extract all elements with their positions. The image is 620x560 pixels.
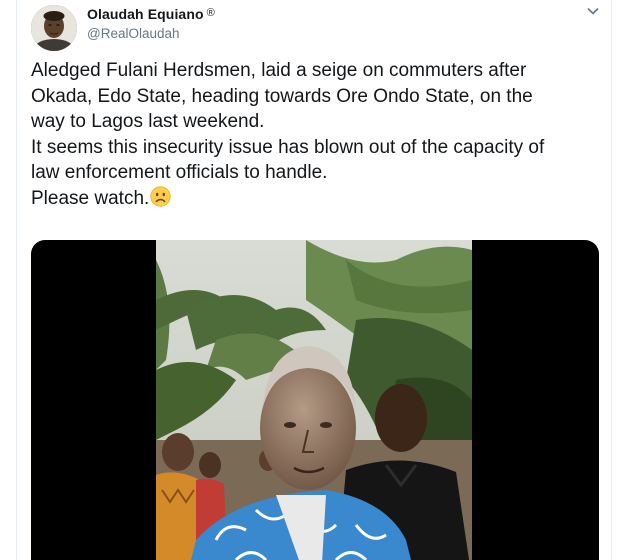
tweet-text-line: It seems this insecurity issue has blown… bbox=[31, 136, 545, 158]
tweet-page: Olaudah Equiano ® @RealOlaudah Aledged F… bbox=[0, 0, 620, 560]
avatar-image bbox=[31, 5, 77, 51]
author-handle[interactable]: @RealOlaudah bbox=[87, 26, 180, 41]
author-avatar[interactable] bbox=[31, 5, 77, 51]
author-name-row[interactable]: Olaudah Equiano ® bbox=[87, 6, 215, 22]
tweet-text-line: Aledged Fulani Herdsmen, laid a seige on… bbox=[31, 60, 527, 81]
chevron-down-icon[interactable] bbox=[586, 4, 600, 18]
tweet-text-line: Okada, Edo State, heading towards Ore On… bbox=[31, 85, 533, 107]
video-still-image bbox=[156, 240, 472, 560]
tweet-video[interactable] bbox=[31, 240, 599, 560]
tweet-text: Aledged Fulani Herdsmen, laid a seige on… bbox=[31, 58, 606, 211]
tweet-text-line-last: Please watch. bbox=[31, 185, 606, 212]
registered-mark: ® bbox=[206, 7, 215, 19]
author-display-name[interactable]: Olaudah Equiano bbox=[87, 6, 204, 22]
video-frame bbox=[156, 240, 472, 560]
tweet-text-line: law enforcement officials to handle. bbox=[31, 162, 328, 183]
frowning-face-emoji-icon bbox=[150, 185, 171, 207]
tweet-text-line: way to Lagos last weekend. bbox=[31, 111, 265, 132]
tweet-text-line: Please watch. bbox=[31, 187, 150, 209]
